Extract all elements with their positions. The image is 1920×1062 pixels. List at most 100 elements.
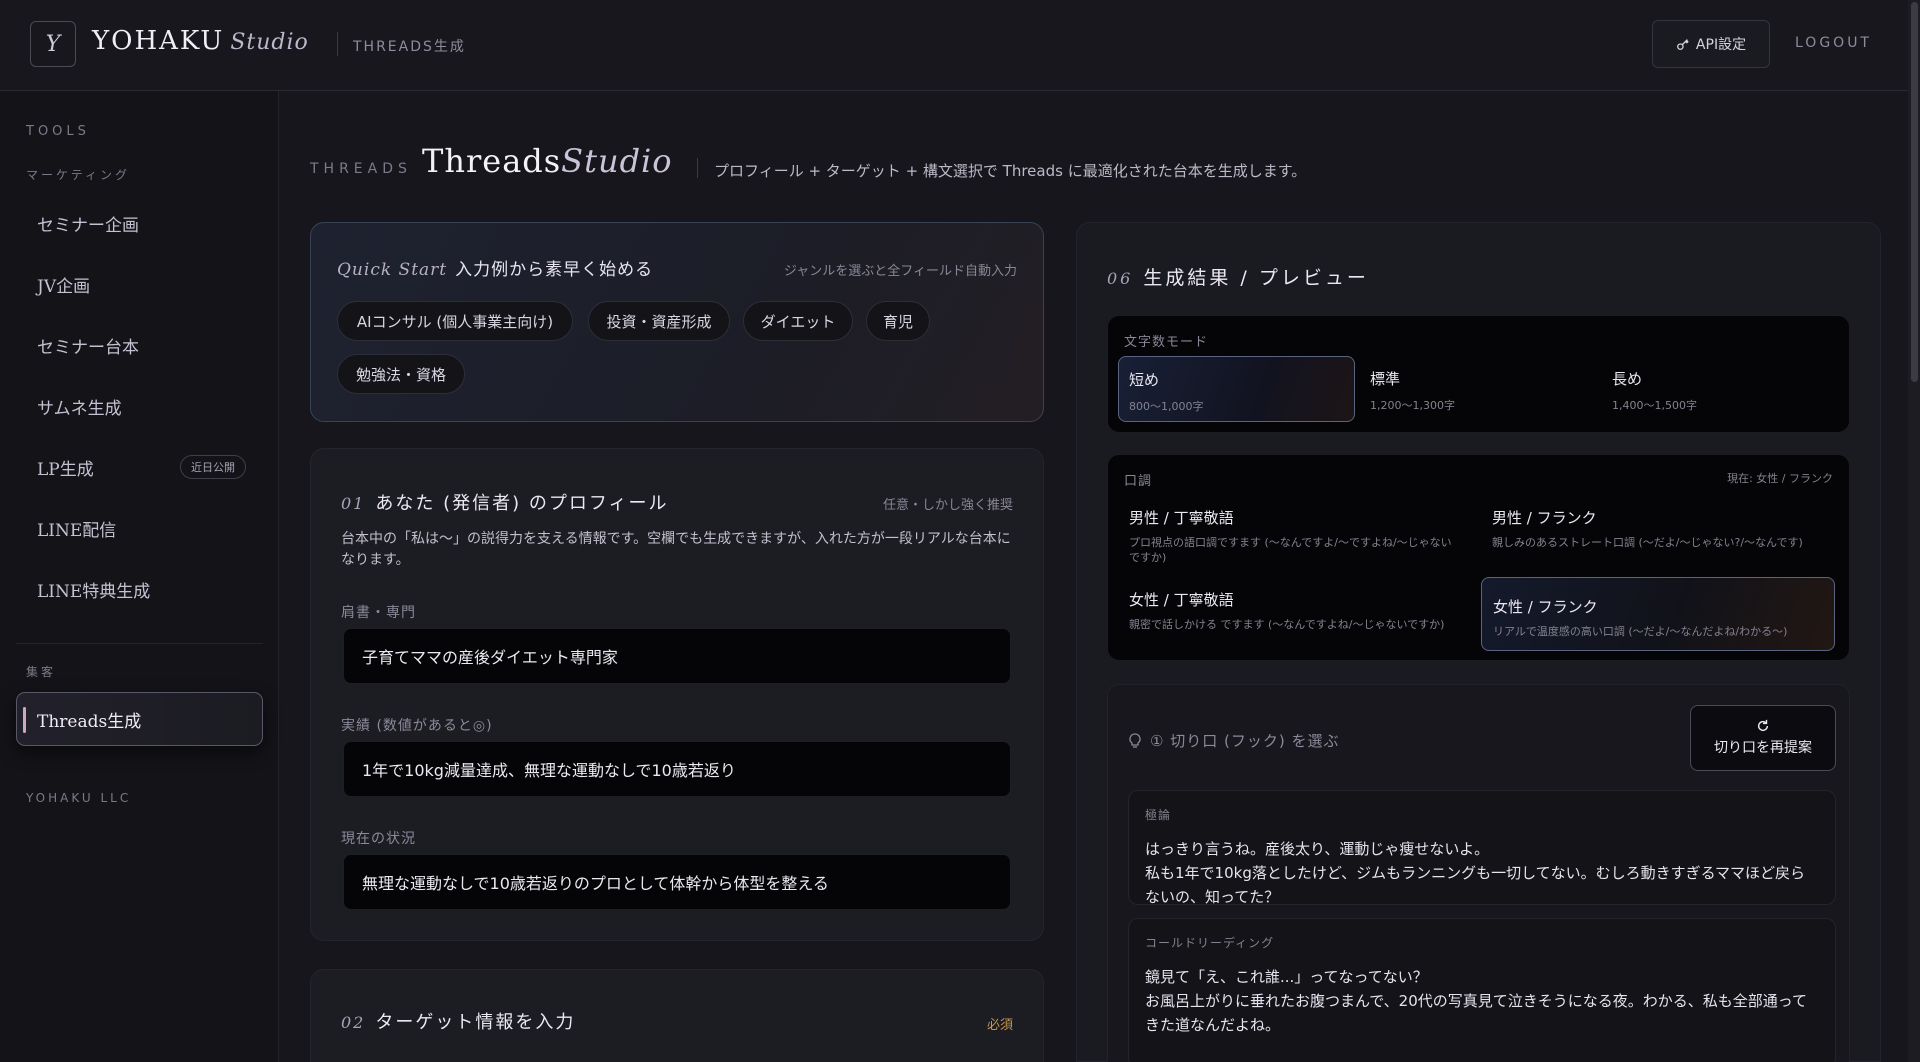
sidebar-item-jv-plan[interactable]: JV企画 <box>26 262 256 306</box>
sidebar-item-label: JV企画 <box>37 276 91 297</box>
profile-title: あなた (発信者) のプロフィール <box>375 493 669 514</box>
refresh-icon <box>1757 719 1769 732</box>
result-title: 生成結果 / プレビュー <box>1143 267 1369 289</box>
tone-option-title: 女性 / フランク <box>1493 598 1598 616</box>
logout-link[interactable]: LOGOUT <box>1795 35 1872 51</box>
mode-option-title: 標準 <box>1370 370 1401 388</box>
result-panel: 06 生成結果 / プレビュー 文字数モード 短め 800〜1,000字 標準 1… <box>1076 222 1881 1062</box>
tone-option-male-polite[interactable]: 男性 / 丁寧敬語 プロ視点の語口調ですます (〜なんですよ/〜ですよね/〜じゃ… <box>1118 495 1472 569</box>
title-field-label: 肩書・専門 <box>341 605 416 621</box>
page-title-main: Threads <box>422 142 562 180</box>
brand-name[interactable]: YOHAKU Studio <box>92 26 309 56</box>
hook-heading: ① 切り口 (フック) を選ぶ <box>1128 730 1339 751</box>
key-icon <box>1677 39 1689 50</box>
mode-option-sub: 1,400〜1,500字 <box>1612 399 1697 412</box>
header-divider <box>337 32 338 56</box>
tone-selector: 口調 現在: 女性 / フランク 男性 / 丁寧敬語 プロ視点の語口調ですます … <box>1107 454 1850 661</box>
sidebar-item-label: サムネ生成 <box>37 398 122 419</box>
brand-title: YOHAKU <box>92 26 225 56</box>
sidebar-item-seminar-plan[interactable]: セミナー企画 <box>26 201 256 245</box>
quick-start-heading: 入力例から素早く始める <box>455 260 654 280</box>
section-number: 02 <box>341 1013 366 1032</box>
logo-mark[interactable]: Y <box>30 21 76 67</box>
sidebar-item-line-bonus[interactable]: LINE特典生成 <box>26 567 256 611</box>
status-field[interactable]: 無理な運動なしで10歳若返りのプロとして体幹から体型を整える <box>343 854 1011 910</box>
sidebar-item-label: Threads生成 <box>37 711 142 732</box>
sidebar-item-label: セミナー企画 <box>37 215 139 236</box>
repropose-button[interactable]: 切り口を再提案 <box>1690 705 1836 771</box>
tone-current: 現在: 女性 / フランク <box>1727 472 1833 485</box>
profile-card: 01 あなた (発信者) のプロフィール 任意・しかし強く推奨 台本中の「私は〜」… <box>310 448 1044 941</box>
sidebar-section-tools: TOOLS <box>26 124 90 139</box>
mode-option-title: 長め <box>1612 370 1643 388</box>
mode-option-sub: 1,200〜1,300字 <box>1370 399 1455 412</box>
target-title: ターゲット情報を入力 <box>375 1012 576 1033</box>
page-title: ThreadsStudio <box>422 142 673 180</box>
page-kicker: THREADS <box>310 161 412 177</box>
mode-option-short[interactable]: 短め 800〜1,000字 <box>1118 356 1355 422</box>
tone-option-sub: プロ視点の語口調ですます (〜なんですよ/〜ですよね/〜じゃないですか) <box>1129 536 1452 564</box>
target-card: 02 ターゲット情報を入力 必須 <box>310 969 1044 1062</box>
hook-option-cold-reading[interactable]: コールドリーディング 鏡見て「え、これ誰...」ってなってない？ お風呂上がりに… <box>1128 918 1836 1062</box>
page-description: プロフィール + ターゲット + 構文選択で Threads に最適化された台本… <box>714 162 1307 180</box>
length-mode-selector: 文字数モード 短め 800〜1,000字 標準 1,200〜1,300字 長め … <box>1107 315 1850 433</box>
tone-label: 口調 <box>1124 474 1153 489</box>
api-settings-label: API設定 <box>1695 37 1747 53</box>
tone-option-sub: 親密で話しかける ですます (〜なんですよね/〜じゃないですか) <box>1129 618 1445 631</box>
tone-option-title: 男性 / 丁寧敬語 <box>1129 509 1234 527</box>
quick-start-hint: ジャンルを選ぶと全フィールド自動入力 <box>783 264 1017 279</box>
page-scrollbar-thumb[interactable] <box>1911 2 1918 382</box>
achievement-field[interactable]: 1年で10kg減量達成、無理な運動なしで10歳若返り <box>343 741 1011 797</box>
sidebar-item-label: LINE特典生成 <box>37 581 151 602</box>
tone-option-female-casual[interactable]: 女性 / フランク リアルで温度感の高い口調 (〜だよ/〜なんだよね/わかる〜) <box>1481 577 1835 651</box>
target-heading: 02 ターゲット情報を入力 <box>341 1008 575 1034</box>
tone-option-title: 男性 / フランク <box>1492 509 1597 527</box>
hook-option-extreme[interactable]: 極論 はっきり言うね。産後太り、運動じゃ痩せないよ。 私も1年で10kg落とした… <box>1128 790 1836 906</box>
hook-type: 極論 <box>1145 808 1172 822</box>
brand-sub: Studio <box>230 30 309 55</box>
mode-option-title: 短め <box>1129 371 1160 389</box>
length-mode-label: 文字数モード <box>1124 335 1209 350</box>
hook-text: 鏡見て「え、これ誰...」ってなってない？ お風呂上がりに垂れたお腹つまんで、2… <box>1145 968 1807 1034</box>
genre-chip-ai-consult[interactable]: AIコンサル (個人事業主向け) <box>337 301 573 341</box>
profile-description: 台本中の「私は〜」の説得力を支える情報です。空欄でも生成できますが、入れた方が一… <box>341 531 1011 568</box>
tone-option-sub: リアルで温度感の高い口調 (〜だよ/〜なんだよね/わかる〜) <box>1493 625 1788 638</box>
lightbulb-icon <box>1129 732 1141 748</box>
genre-chip-diet[interactable]: ダイエット <box>743 301 853 341</box>
hook-type: コールドリーディング <box>1145 936 1275 950</box>
sidebar-item-threads[interactable]: Threads生成 <box>16 692 263 746</box>
hook-text: はっきり言うね。産後太り、運動じゃ痩せないよ。 私も1年で10kg落としたけど、… <box>1145 840 1806 906</box>
mode-option-long[interactable]: 長め 1,400〜1,500字 <box>1602 356 1839 422</box>
title-field[interactable]: 子育てママの産後ダイエット専門家 <box>343 628 1011 684</box>
sidebar-item-seminar-script[interactable]: セミナー台本 <box>26 323 256 367</box>
genre-chip-study[interactable]: 勉強法・資格 <box>337 354 465 394</box>
mode-option-standard[interactable]: 標準 1,200〜1,300字 <box>1360 356 1597 422</box>
coming-soon-badge: 近日公開 <box>180 455 246 479</box>
required-badge: 必須 <box>986 1018 1013 1033</box>
tone-option-male-casual[interactable]: 男性 / フランク 親しみのあるストレート口調 (〜だよ/〜じゃない?/〜なんで… <box>1481 495 1835 569</box>
api-settings-button[interactable]: API設定 <box>1652 20 1770 68</box>
breadcrumb: THREADS生成 <box>353 39 466 55</box>
tone-option-title: 女性 / 丁寧敬語 <box>1129 591 1234 609</box>
sidebar-item-label: セミナー台本 <box>37 337 139 358</box>
sidebar-item-label: LINE配信 <box>37 520 117 541</box>
sidebar-section-marketing: マーケティング <box>26 168 131 182</box>
quick-start-title: Quick Start 入力例から素早く始める <box>337 255 653 280</box>
tone-option-female-polite[interactable]: 女性 / 丁寧敬語 親密で話しかける ですます (〜なんですよね/〜じゃないです… <box>1118 577 1472 651</box>
genre-chip-investment[interactable]: 投資・資産形成 <box>588 301 730 341</box>
repropose-label: 切り口を再提案 <box>1714 740 1812 756</box>
title-divider <box>697 158 698 178</box>
sidebar-divider <box>16 643 263 644</box>
sidebar-item-line[interactable]: LINE配信 <box>26 506 256 550</box>
result-heading: 06 生成結果 / プレビュー <box>1107 263 1369 290</box>
quick-start-italic: Quick Start <box>337 260 448 280</box>
hook-title: ① 切り口 (フック) を選ぶ <box>1150 732 1340 750</box>
sidebar-footer: YOHAKU LLC <box>26 791 132 805</box>
sidebar-item-lp[interactable]: LP生成 近日公開 <box>26 445 256 489</box>
sidebar-section-acquisition: 集客 <box>26 665 57 679</box>
tone-option-sub: 親しみのあるストレート口調 (〜だよ/〜じゃない?/〜なんです) <box>1492 536 1803 549</box>
genre-chip-childcare[interactable]: 育児 <box>866 301 930 341</box>
profile-heading: 01 あなた (発信者) のプロフィール <box>341 489 669 515</box>
sidebar-item-thumbnail[interactable]: サムネ生成 <box>26 384 256 428</box>
app-header: Y YOHAKU Studio THREADS生成 API設定 LOGOUT <box>0 0 1920 91</box>
